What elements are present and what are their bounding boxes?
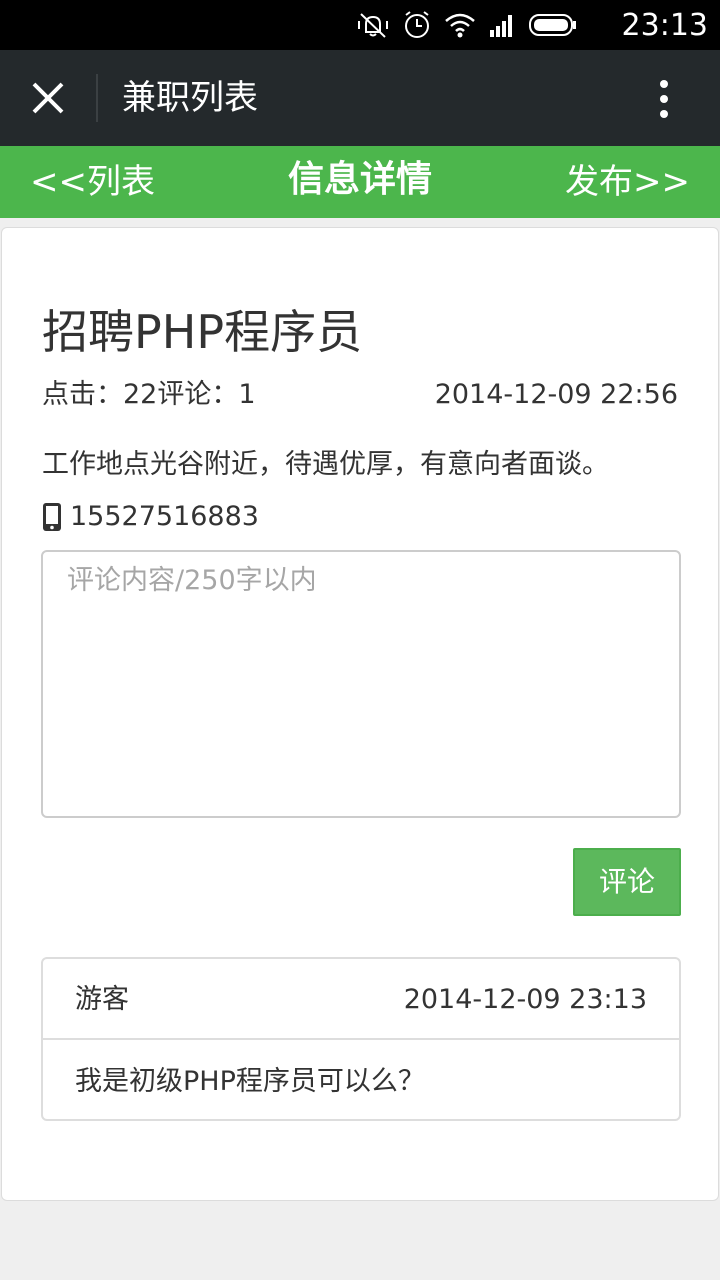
mobile-phone-icon [42, 502, 64, 532]
title-bar: 兼职列表 [0, 50, 720, 146]
wifi-icon [444, 11, 476, 39]
comment-time: 2014-12-09 23:13 [403, 984, 647, 1015]
status-bar: 23:13 [0, 0, 720, 50]
post-date: 2014-12-09 22:56 [434, 379, 678, 410]
comment-item: 游客 2014-12-09 23:13 我是初级PHP程序员可以么？ [41, 957, 681, 1121]
comment-author: 游客 [75, 984, 129, 1015]
phone-number: 15527516883 [70, 501, 259, 532]
alarm-icon [402, 10, 432, 40]
more-vertical-icon [660, 80, 668, 118]
post-title: 招聘PHP程序员 [42, 305, 363, 359]
comment-submit-button[interactable]: 评论 [573, 848, 681, 916]
publish-link[interactable]: 发布>> [565, 162, 690, 202]
battery-icon [528, 12, 578, 38]
phone-row[interactable]: 15527516883 [42, 500, 259, 534]
close-button[interactable] [20, 70, 76, 126]
comment-input[interactable] [41, 550, 681, 818]
post-stats: 点击：22评论：1 [42, 379, 256, 410]
page-title: 兼职列表 [122, 78, 258, 118]
comment-content: 我是初级PHP程序员可以么？ [75, 1066, 425, 1097]
post-card: 招聘PHP程序员 点击：22评论：1 2014-12-09 22:56 工作地点… [1, 227, 719, 1201]
status-icons [356, 8, 578, 42]
signal-icon [488, 12, 516, 38]
close-icon [32, 82, 64, 114]
title-divider [96, 74, 98, 122]
more-menu-button[interactable] [648, 76, 680, 122]
nav-bar: <<列表 信息详情 发布>> [0, 146, 720, 218]
post-description: 工作地点光谷附近，待遇优厚，有意向者面谈。 [42, 449, 609, 480]
status-time: 23:13 [621, 8, 708, 43]
mute-vibrate-icon [356, 10, 390, 40]
comment-header: 游客 2014-12-09 23:13 [43, 959, 679, 1040]
